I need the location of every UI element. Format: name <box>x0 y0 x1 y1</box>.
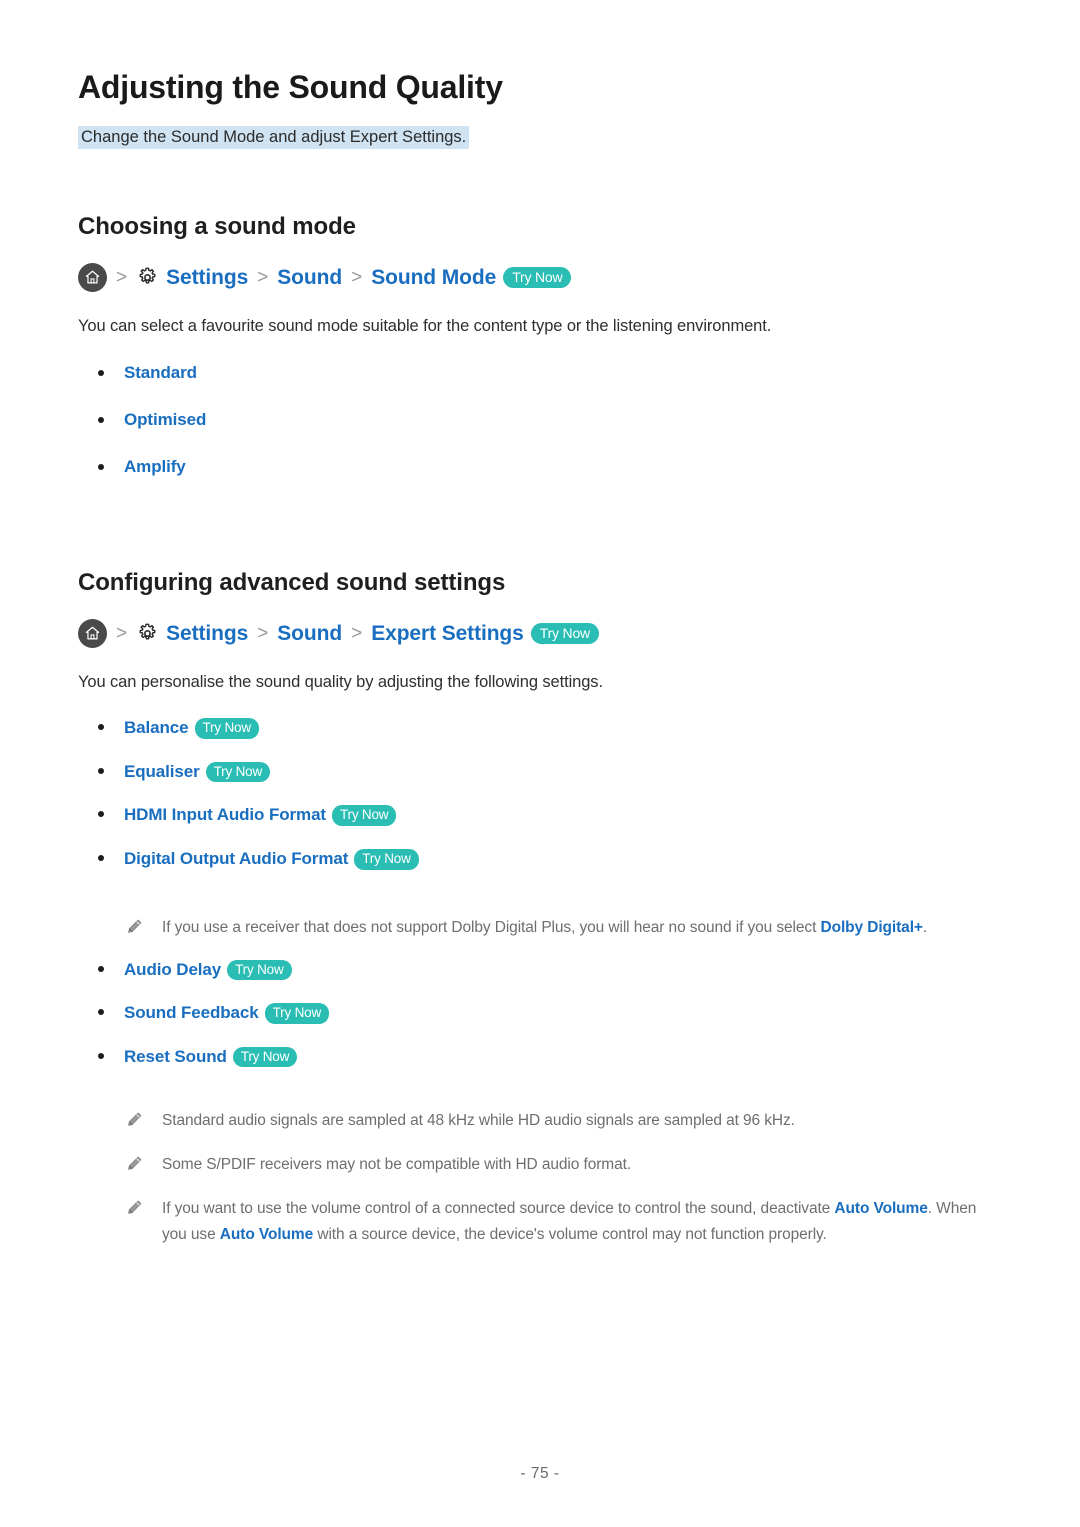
note-block-dolby: If you use a receiver that does not supp… <box>78 893 1002 940</box>
list-item[interactable]: Optimised <box>78 411 1002 428</box>
note-text: Some S/PDIF receivers may not be compati… <box>162 1156 632 1174</box>
breadcrumb-expert-settings: > Settings > Sound > Expert Settings Try… <box>78 618 1002 648</box>
pencil-icon <box>126 1199 143 1216</box>
chevron-right-icon: > <box>257 266 269 288</box>
list-item-label: Audio Delay <box>124 959 222 979</box>
list-item-label: Balance <box>124 718 189 738</box>
chevron-right-icon: > <box>116 622 128 644</box>
chevron-right-icon: > <box>351 266 363 288</box>
try-now-badge[interactable]: Try Now <box>194 718 259 739</box>
list-item-label: Sound Feedback <box>124 1003 259 1023</box>
list-item[interactable]: Balance Try Now <box>78 718 1002 739</box>
try-now-badge[interactable]: Try Now <box>331 805 397 826</box>
list-item-label: Digital Output Audio Format <box>124 849 349 868</box>
home-icon[interactable] <box>78 262 107 292</box>
try-now-badge[interactable]: Try Now <box>232 1046 298 1068</box>
page-subtitle-wrapper: Change the Sound Mode and adjust Expert … <box>78 125 1002 151</box>
section-heading-configuring-advanced-sound-settings: Configuring advanced sound settings <box>78 568 506 596</box>
list-item-label: Equaliser <box>124 761 200 781</box>
try-now-badge[interactable]: Try Now <box>264 1003 329 1024</box>
list-item[interactable]: Digital Output Audio Format Try Now <box>78 849 1002 870</box>
breadcrumb-link-expert-settings[interactable]: Expert Settings <box>371 623 524 644</box>
pencil-icon <box>126 1155 143 1172</box>
breadcrumb-link-settings[interactable]: Settings <box>166 623 248 644</box>
list-item-label: HDMI Input Audio Format <box>124 805 326 825</box>
breadcrumb-link-sound[interactable]: Sound <box>277 267 342 288</box>
gear-icon <box>136 266 159 289</box>
home-icon[interactable] <box>78 618 107 648</box>
try-now-badge[interactable]: Try Now <box>227 959 292 981</box>
list-item-label: Reset Sound <box>124 1046 227 1066</box>
sound-mode-options-list: Standard Optimised Amplify <box>78 339 1002 475</box>
list-item[interactable]: Amplify <box>78 458 1002 475</box>
section-paragraph-expert-settings: You can personalise the sound quality by… <box>78 672 603 691</box>
try-now-badge[interactable]: Try Now <box>503 266 572 288</box>
breadcrumb-link-sound-mode[interactable]: Sound Mode <box>371 267 496 288</box>
chevron-right-icon: > <box>351 622 363 644</box>
expert-settings-list-group-1: Balance Try Now Equaliser Try Now HDMI Inp… <box>78 694 1002 870</box>
list-item-label: Standard <box>124 362 197 382</box>
try-now-badge[interactable]: Try Now <box>354 849 419 870</box>
note-text: If you use a receiver that does not supp… <box>162 918 928 936</box>
list-item-label: Amplify <box>124 456 186 476</box>
list-item[interactable]: HDMI Input Audio Format Try Now <box>78 805 1002 826</box>
note-text: Standard audio signals are sampled at 48… <box>162 1112 795 1130</box>
breadcrumb-link-settings[interactable]: Settings <box>166 267 248 288</box>
gear-icon <box>136 622 159 645</box>
try-now-badge[interactable]: Try Now <box>530 622 599 644</box>
section-paragraph-sound-mode: You can select a favourite sound mode su… <box>78 316 772 335</box>
page-title: Adjusting the Sound Quality <box>78 69 503 105</box>
pencil-icon <box>126 918 143 935</box>
note-block-final: Standard audio signals are sampled at 48… <box>78 1090 1002 1246</box>
note-row: If you use a receiver that does not supp… <box>78 915 1002 940</box>
breadcrumb-link-sound[interactable]: Sound <box>277 623 342 644</box>
page-number: - 75 - <box>520 1465 560 1482</box>
section-heading-choosing-a-sound-mode: Choosing a sound mode <box>78 212 356 240</box>
expert-settings-list-group-2: Audio Delay Try Now Sound Feedback Try Now… <box>78 940 1002 1068</box>
list-item[interactable]: Audio Delay Try Now <box>78 959 1002 981</box>
list-item[interactable]: Reset Sound Try Now <box>78 1046 1002 1068</box>
page-subtitle: Change the Sound Mode and adjust Expert … <box>78 126 470 150</box>
chevron-right-icon: > <box>257 622 269 644</box>
note-row: Some S/PDIF receivers may not be compati… <box>78 1152 1002 1177</box>
pencil-icon <box>126 1111 143 1128</box>
note-row: If you want to use the volume control of… <box>78 1196 1002 1246</box>
list-item[interactable]: Sound Feedback Try Now <box>78 1003 1002 1024</box>
list-item[interactable]: Equaliser Try Now <box>78 761 1002 783</box>
note-row: Standard audio signals are sampled at 48… <box>78 1108 1002 1133</box>
note-text: If you want to use the volume control of… <box>162 1200 977 1243</box>
breadcrumb-sound-mode: > Settings > Sound > Sound Mode Try Now <box>78 262 1002 292</box>
list-item-label: Optimised <box>124 409 207 429</box>
document-page: Adjusting the Sound Quality Change the S… <box>0 0 1080 1527</box>
try-now-badge[interactable]: Try Now <box>205 761 270 783</box>
list-item[interactable]: Standard <box>78 364 1002 381</box>
chevron-right-icon: > <box>116 266 128 288</box>
